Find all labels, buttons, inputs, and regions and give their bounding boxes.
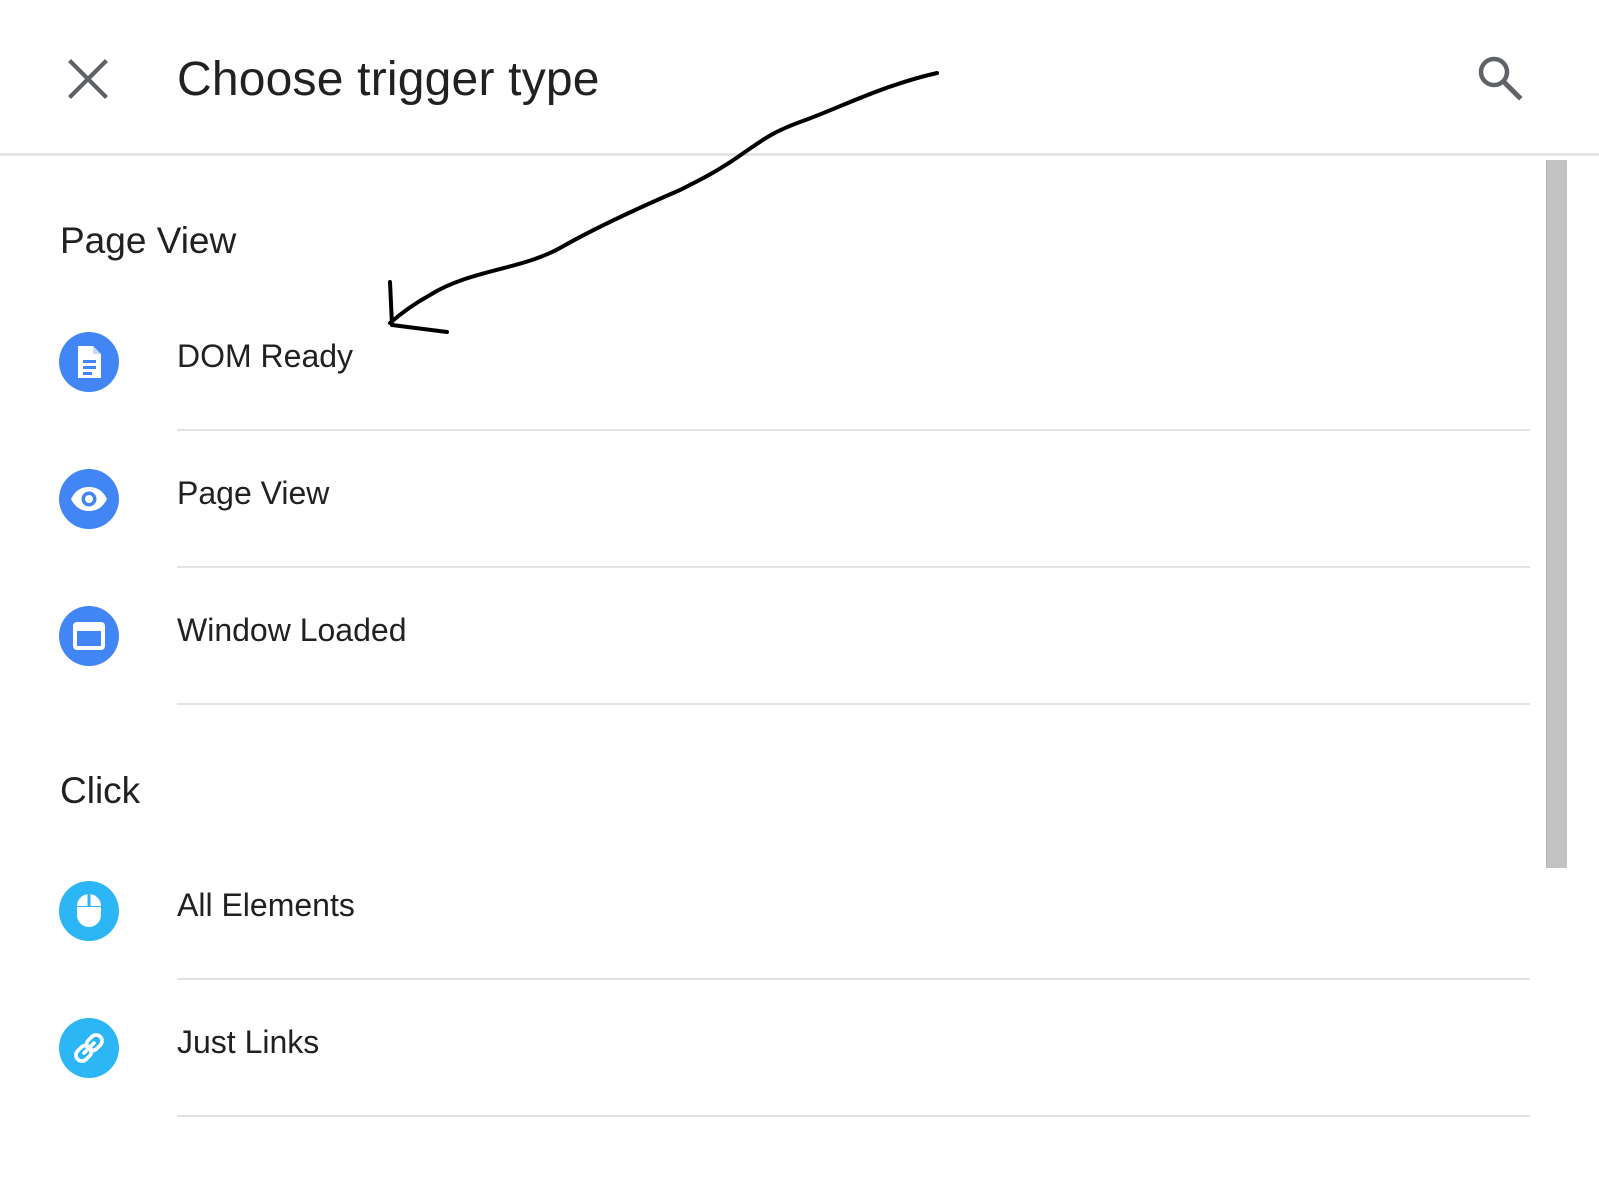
document-icon — [59, 332, 119, 392]
divider — [177, 1115, 1530, 1117]
trigger-item-dom-ready[interactable]: DOM Ready — [0, 294, 1535, 431]
page-title: Choose trigger type — [177, 53, 600, 106]
trigger-item-label: Just Links — [177, 1024, 320, 1060]
trigger-item-label: All Elements — [177, 887, 355, 923]
trigger-item-just-links[interactable]: Just Links — [0, 980, 1535, 1117]
scrollbar-thumb[interactable] — [1546, 160, 1567, 868]
link-icon — [59, 1018, 119, 1078]
divider — [177, 703, 1530, 705]
close-icon — [68, 59, 108, 99]
trigger-item-label: DOM Ready — [177, 338, 354, 374]
eye-icon — [59, 469, 119, 529]
search-button[interactable] — [1464, 42, 1536, 114]
trigger-item-label: Page View — [177, 475, 330, 511]
section-heading-page-view: Page View — [60, 220, 237, 261]
trigger-type-panel: Choose trigger type Page View DOM Ready — [0, 0, 1599, 1196]
mouse-icon — [59, 881, 119, 941]
window-icon — [59, 606, 119, 666]
trigger-item-all-elements[interactable]: All Elements — [0, 843, 1535, 980]
trigger-item-label: Window Loaded — [177, 612, 407, 648]
trigger-item-window-loaded[interactable]: Window Loaded — [0, 568, 1535, 705]
panel-header: Choose trigger type — [0, 0, 1599, 156]
section-heading-click: Click — [60, 770, 141, 811]
close-button[interactable] — [52, 43, 124, 115]
trigger-item-page-view[interactable]: Page View — [0, 431, 1535, 568]
search-icon — [1478, 56, 1523, 101]
